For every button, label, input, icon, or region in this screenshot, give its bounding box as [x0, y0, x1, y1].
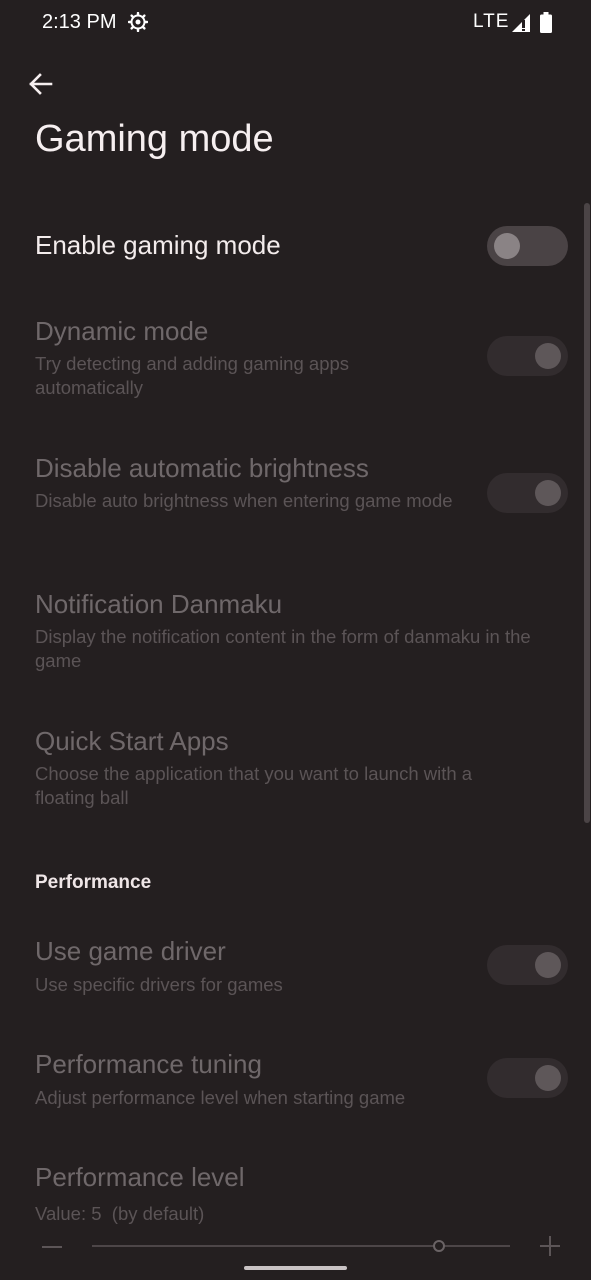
use-game-driver-row[interactable]: Use game driver Use specific drivers for… [0, 920, 591, 1015]
performance-level-summary: Value: 5 (by default) [35, 1203, 205, 1224]
performance-tuning-summary: Adjust performance level when starting g… [35, 1087, 406, 1108]
page-title: Gaming mode [35, 118, 274, 160]
disable-auto-brightness-switch[interactable] [487, 473, 568, 513]
gaming-mode-screen: 2:13 PM LTE Gaming mode Enable gaming mo… [0, 0, 591, 1280]
dynamic-mode-switch[interactable] [487, 336, 568, 376]
quick-start-apps-row[interactable]: Quick Start Apps Choose the application … [0, 710, 591, 830]
switch-thumb [494, 233, 520, 259]
disable-auto-brightness-summary: Disable auto brightness when entering ga… [35, 490, 453, 511]
dynamic-mode-summary: Try detecting and adding gaming apps aut… [35, 353, 350, 398]
switch-thumb [535, 1065, 561, 1091]
performance-level-title: Performance level [35, 1162, 245, 1192]
quick-start-apps-title: Quick Start Apps [35, 726, 229, 756]
quick-start-apps-summary: Choose the application that you want to … [35, 763, 473, 808]
signal-icon [512, 14, 530, 32]
enable-gaming-mode-title: Enable gaming mode [35, 230, 281, 260]
switch-thumb [535, 480, 561, 506]
status-bar: 2:13 PM LTE [0, 0, 591, 48]
home-indicator[interactable] [244, 1266, 347, 1270]
switch-thumb [535, 952, 561, 978]
notification-danmaku-summary: Display the notification content in the … [35, 626, 531, 671]
performance-tuning-switch[interactable] [487, 1058, 568, 1098]
performance-level-slider[interactable] [92, 1240, 510, 1252]
disable-auto-brightness-title: Disable automatic brightness [35, 453, 369, 483]
battery-icon [540, 12, 552, 33]
performance-tuning-title: Performance tuning [35, 1049, 262, 1079]
switch-thumb [535, 343, 561, 369]
performance-tuning-row[interactable]: Performance tuning Adjust performance le… [0, 1033, 591, 1128]
increase-level-icon[interactable] [538, 1234, 562, 1258]
performance-section-header: Performance [35, 872, 152, 893]
arrow-back-icon[interactable] [22, 66, 58, 102]
dynamic-mode-title: Dynamic mode [35, 316, 209, 346]
enable-gaming-mode-row[interactable]: Enable gaming mode [0, 206, 591, 286]
status-time: 2:13 PM [42, 11, 117, 33]
enable-gaming-mode-switch[interactable] [487, 226, 568, 266]
use-game-driver-title: Use game driver [35, 936, 226, 966]
decrease-level-icon[interactable] [40, 1232, 64, 1256]
slider-thumb[interactable] [432, 1240, 445, 1252]
performance-level-row: Performance level Value: 5 (by default) [0, 1146, 591, 1230]
use-game-driver-switch[interactable] [487, 945, 568, 985]
notification-danmaku-title: Notification Danmaku [35, 589, 283, 619]
notification-danmaku-row[interactable]: Notification Danmaku Display the notific… [0, 573, 591, 693]
settings-gear-icon [128, 12, 148, 32]
use-game-driver-summary: Use specific drivers for games [35, 974, 283, 995]
disable-auto-brightness-row[interactable]: Disable automatic brightness Disable aut… [0, 437, 591, 557]
dynamic-mode-row[interactable]: Dynamic mode Try detecting and adding ga… [0, 300, 591, 420]
network-type-label: LTE [473, 11, 510, 32]
